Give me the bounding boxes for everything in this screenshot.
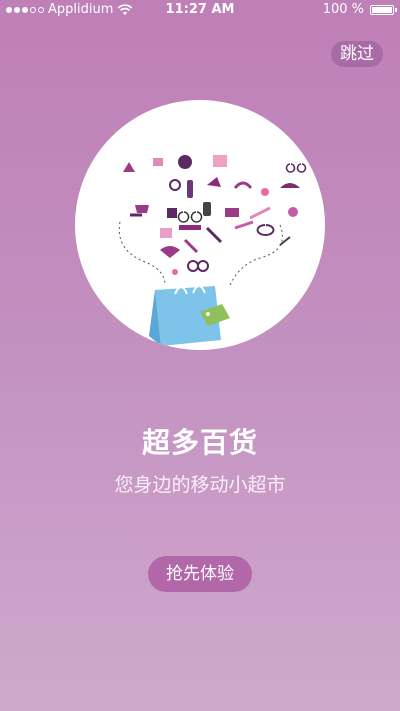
shopping-bag-with-items-icon xyxy=(118,155,307,346)
page-title: 超多百货 xyxy=(141,426,258,459)
battery-icon xyxy=(370,5,397,15)
status-bar: Applidium 11:27 AM 100 % xyxy=(0,0,400,20)
start-experience-button[interactable]: 抢先体验 xyxy=(148,556,252,592)
page-subtitle: 您身边的移动小超市 xyxy=(114,474,286,496)
status-right: 100 % xyxy=(322,0,397,20)
skip-button[interactable]: 跳过 xyxy=(331,41,383,67)
battery-percent: 100 % xyxy=(322,2,364,17)
illustration xyxy=(75,100,325,350)
